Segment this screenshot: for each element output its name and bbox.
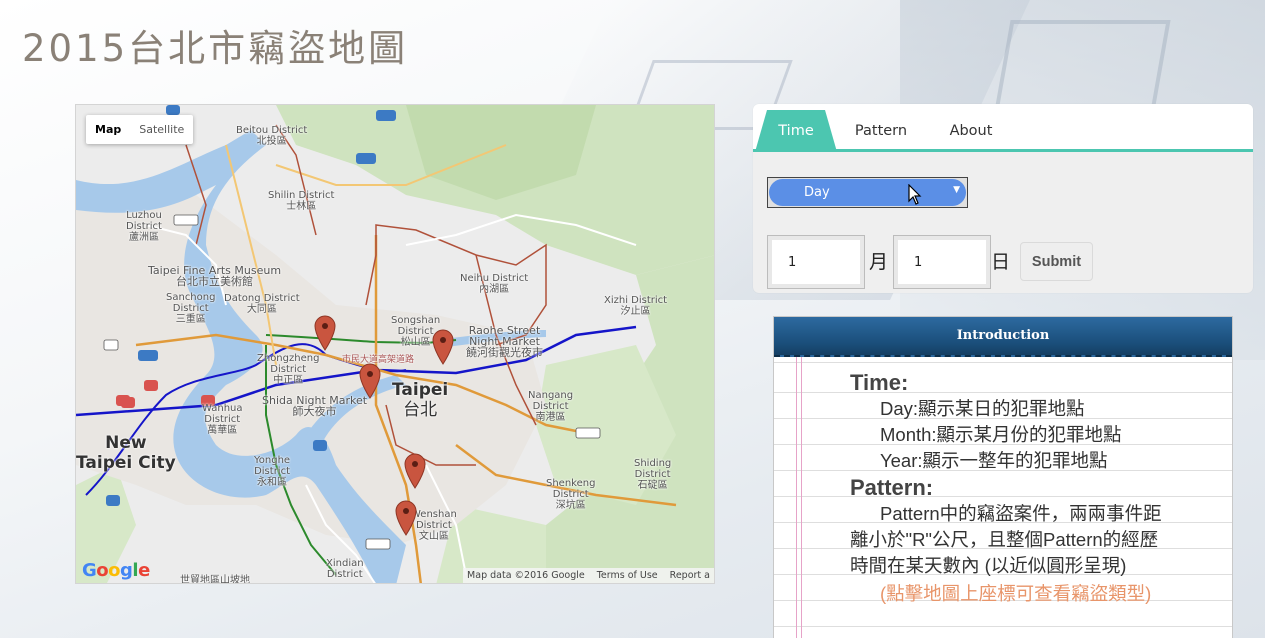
introduction-panel: Introduction Time: Day:顯示某日的犯罪地點 Month:顯… [773,316,1233,638]
terms-link[interactable]: Terms of Use [597,570,658,581]
map-attribution: Map data ©2016 Google Terms of Use Repor… [463,568,714,583]
introduction-heading: Introduction [774,317,1232,357]
caret-down-icon: ▼ [953,185,960,195]
report-link[interactable]: Report a [670,570,710,581]
time-day-desc: Day:顯示某日的犯罪地點 [880,398,1085,419]
map-data-credit: Map data ©2016 Google [467,570,585,581]
map-label: Wanhua District 萬華區 [202,403,243,436]
map-label: Shilin District 士林區 [268,190,335,212]
period-select[interactable]: Day ▼ [767,177,968,208]
crime-marker-pin-icon[interactable] [359,363,381,399]
month-input[interactable] [767,235,865,289]
map-label: Raohe Street Night Market 饒河街觀光夜市 [466,324,543,359]
day-input[interactable] [893,235,991,289]
map-label: Shida Night Market 師大夜市 [262,394,368,418]
period-select-label: Day [804,185,830,200]
map-label: Shenkeng District 深坑區 [546,478,596,511]
tab-about[interactable]: About [937,110,1005,152]
tab-bar: Time Pattern About [753,104,1253,152]
period-select-value[interactable]: Day ▼ [769,179,966,206]
submit-button[interactable]: Submit [1020,242,1093,281]
google-logo: Google [82,560,150,581]
crime-marker-pin-icon[interactable] [395,500,417,536]
map-type-control: Map Satellite [86,115,194,144]
month-unit-label: 月 [869,251,889,273]
crime-marker-pin-icon[interactable] [432,329,454,365]
map-label: Wenshan District 文山區 [411,509,457,542]
crime-map[interactable]: Beitou District 北投區 Shilin District 士林區 Lu… [75,104,715,584]
map-label: Neihu District 內湖區 [460,273,529,295]
map-label: Yonghe District 永和區 [254,455,291,488]
map-label: Datong District 大同區 [224,293,300,315]
time-year-desc: Year:顯示一整年的犯罪地點 [880,450,1108,471]
tab-time[interactable]: Time [755,110,837,152]
time-section-title: Time: [850,370,909,395]
pattern-description: Pattern中的竊盜案件，兩兩事件距離小於"R"公尺，且整個Pattern的經… [850,503,1162,576]
map-label: Beitou District 北投區 [236,125,308,147]
map-view-button[interactable]: Map [86,115,130,144]
day-unit-label: 日 [991,251,1011,273]
map-label: Taipei Fine Arts Museum 台北市立美術館 [148,264,282,288]
introduction-body: Time: Day:顯示某日的犯罪地點 Month:顯示某月份的犯罪地點 Yea… [774,357,1232,638]
map-label: New Taipei City [76,433,176,473]
map-label: Zhongzheng District 中正區 [257,353,320,386]
map-label: Nangang District 南港區 [528,390,574,423]
map-label: Taipei 台北 [392,380,449,420]
map-label: 世貿地區山坡地 [180,575,250,584]
pattern-section-title: Pattern: [850,475,934,500]
map-label: Xizhi District 汐止區 [604,295,668,317]
mouse-cursor-icon [908,184,922,205]
crime-marker-pin-icon[interactable] [404,453,426,489]
tab-pattern[interactable]: Pattern [845,110,917,152]
map-label: Sanchong District 三重區 [166,292,216,325]
map-label: Xindian District [326,558,364,580]
map-label: Shiding District 石碇區 [634,458,672,491]
map-label: Luzhou District 蘆洲區 [126,210,162,243]
crime-marker-pin-icon[interactable] [314,315,336,351]
satellite-view-button[interactable]: Satellite [130,115,193,144]
page-title: 2015台北市竊盜地圖 [22,27,409,70]
marker-hint-note: (點擊地圖上座標可查看竊盜類型) [880,583,1152,604]
time-month-desc: Month:顯示某月份的犯罪地點 [880,424,1122,445]
